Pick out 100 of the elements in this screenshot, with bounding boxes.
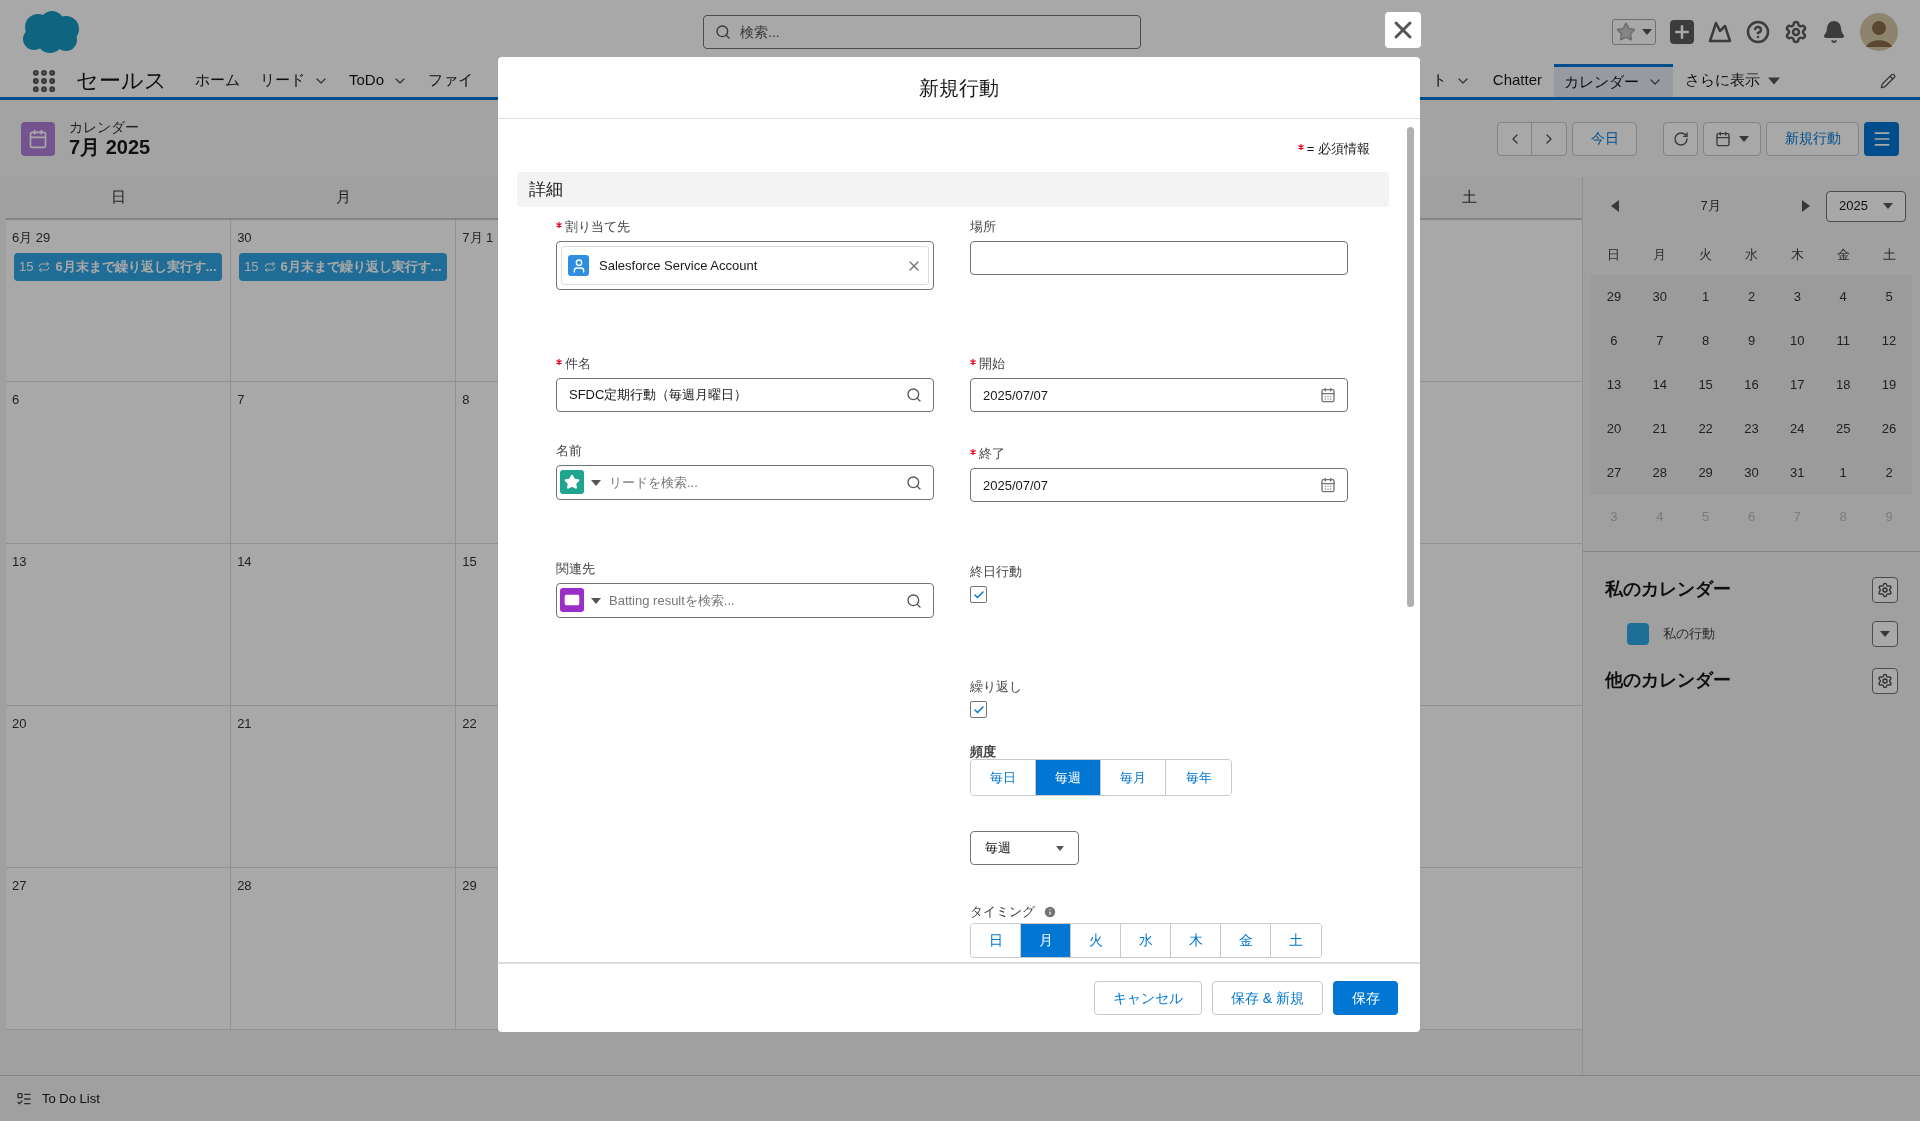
calendar-icon[interactable]: [1320, 477, 1336, 493]
mountain-icon[interactable]: [1708, 20, 1732, 44]
event-title: 6月末まで繰り返し実行す...: [280, 257, 442, 276]
save-button[interactable]: 保存: [1333, 981, 1398, 1015]
list-icon[interactable]: [16, 1090, 32, 1107]
settings-icon[interactable]: [1784, 20, 1808, 44]
day-cell[interactable]: 2: [1866, 463, 1912, 483]
new-event-button[interactable]: 新規行動: [1766, 121, 1859, 156]
nav-tab[interactable]: リード: [250, 64, 339, 97]
help-icon[interactable]: [1746, 20, 1770, 44]
date-number: 8: [461, 391, 471, 409]
close-button[interactable]: [1385, 12, 1421, 48]
day-cell[interactable]: 26: [1866, 419, 1912, 439]
day-cell[interactable]: 5: [1866, 287, 1912, 307]
calendar-item-label[interactable]: 私の行動: [1663, 624, 1872, 644]
lookup-field[interactable]: リードを検索...: [556, 465, 934, 500]
day-cell[interactable]: 29: [1682, 463, 1729, 483]
day-cell[interactable]: 28: [1636, 463, 1683, 483]
day-cell[interactable]: 21: [1636, 419, 1683, 439]
day-cell[interactable]: 31: [1774, 463, 1821, 483]
day-cell[interactable]: 20: [1591, 419, 1637, 439]
date-number: 22: [461, 715, 478, 733]
date-field[interactable]: 2025/07/07: [970, 468, 1348, 502]
day-cell[interactable]: 27: [1591, 463, 1637, 483]
day-cell[interactable]: 9: [1728, 331, 1775, 351]
lookup-field[interactable]: Batting resultを検索...: [556, 583, 934, 618]
day-cell[interactable]: 22: [1682, 419, 1729, 439]
search-field[interactable]: 検索...: [703, 15, 1141, 49]
weekday-option[interactable]: 月: [1021, 924, 1071, 957]
nav-tab[interactable]: ト: [1421, 64, 1481, 97]
nav-tab[interactable]: ホーム: [185, 64, 250, 97]
field-label: 関連先: [556, 560, 595, 579]
nav-tab[interactable]: ToDo: [339, 64, 419, 97]
bell-icon[interactable]: [1822, 20, 1846, 44]
settings-button[interactable]: [1872, 576, 1898, 603]
previous-month-icon[interactable]: [1611, 200, 1619, 212]
frequency-option[interactable]: 毎日: [971, 760, 1036, 795]
day-cell[interactable]: 24: [1774, 419, 1821, 439]
day-cell[interactable]: 30: [1728, 463, 1775, 483]
info-icon[interactable]: [1043, 905, 1057, 919]
favorites-button[interactable]: [1612, 19, 1656, 45]
utility-item[interactable]: To Do List: [42, 1088, 100, 1109]
day-cell[interactable]: 13: [1591, 375, 1637, 395]
day-cell[interactable]: 4: [1820, 287, 1867, 307]
add-button[interactable]: [1670, 20, 1694, 44]
date-field[interactable]: 2025/07/07: [970, 378, 1348, 412]
day-cell[interactable]: 23: [1728, 419, 1775, 439]
list-menu-button[interactable]: [1864, 121, 1899, 156]
day-cell[interactable]: 18: [1820, 375, 1867, 395]
today-button[interactable]: 今日: [1572, 121, 1637, 156]
view-dropdown-button[interactable]: [1703, 121, 1761, 156]
checkbox[interactable]: [970, 701, 987, 718]
pencil-icon[interactable]: [1880, 72, 1896, 89]
settings-button[interactable]: [1872, 667, 1898, 694]
day-cell[interactable]: 11: [1820, 331, 1867, 351]
day-cell[interactable]: 6: [1591, 331, 1637, 351]
weekday-option[interactable]: 日: [971, 924, 1021, 957]
nav-tab[interactable]: さらに表示: [1675, 64, 1790, 97]
day-cell[interactable]: 7: [1636, 331, 1683, 351]
save-and-new-button[interactable]: 保存 & 新規: [1212, 981, 1323, 1015]
weekday-label: 日: [1606, 246, 1622, 265]
avatar[interactable]: [1860, 13, 1898, 51]
day-cell[interactable]: 19: [1866, 375, 1912, 395]
nav-tab[interactable]: ファイ: [418, 64, 484, 97]
subject-field[interactable]: SFDC定期行動（毎週月曜日）: [556, 378, 934, 412]
day-cell[interactable]: 3: [1774, 287, 1821, 307]
checkbox[interactable]: [970, 586, 987, 603]
dropdown-button[interactable]: [1872, 621, 1898, 647]
day-cell[interactable]: 1: [1820, 463, 1867, 483]
day-cell[interactable]: 17: [1774, 375, 1821, 395]
day-cell[interactable]: 29: [1591, 287, 1637, 307]
frequency-option[interactable]: 毎週: [1036, 760, 1101, 795]
location-field[interactable]: [970, 241, 1348, 275]
refresh-icon: [1672, 130, 1689, 147]
day-cell[interactable]: 1: [1682, 287, 1729, 307]
check-icon: [972, 588, 985, 601]
settings-icon: [1877, 581, 1893, 598]
day-cell[interactable]: 10: [1774, 331, 1821, 351]
cancel-button[interactable]: キャンセル: [1094, 981, 1202, 1015]
day-cell[interactable]: 8: [1682, 331, 1729, 351]
day-cell[interactable]: 25: [1820, 419, 1867, 439]
caret-icon: [1739, 135, 1749, 142]
date-number: 15: [461, 553, 478, 571]
day-cell[interactable]: 12: [1866, 331, 1912, 351]
field-label: 開始: [979, 355, 1005, 374]
day-cell[interactable]: 30: [1636, 287, 1683, 307]
day-cell[interactable]: 2: [1728, 287, 1775, 307]
day-cell[interactable]: 15: [1682, 375, 1729, 395]
calendar-icon[interactable]: [1320, 387, 1336, 403]
interval-select[interactable]: 毎週: [970, 831, 1079, 865]
nav-tab[interactable]: Chatter: [1482, 64, 1552, 97]
day-cell[interactable]: 16: [1728, 375, 1775, 395]
next-month-icon[interactable]: [1802, 200, 1810, 212]
lookup-field[interactable]: Salesforce Service Account: [556, 241, 934, 290]
refresh-button[interactable]: [1663, 121, 1698, 156]
day-cell[interactable]: 14: [1636, 375, 1683, 395]
year-select[interactable]: 2025: [1826, 190, 1906, 222]
cloud-logo[interactable]: [20, 10, 82, 54]
scrollbar[interactable]: [1407, 127, 1414, 607]
nav-tab[interactable]: カレンダー: [1554, 64, 1673, 97]
